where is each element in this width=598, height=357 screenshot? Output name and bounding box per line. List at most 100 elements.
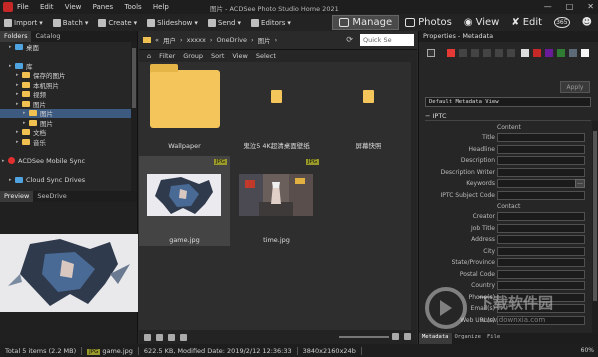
user-button[interactable]: ☻ <box>576 15 598 30</box>
quick-search-input[interactable]: Quick Se <box>360 34 414 46</box>
tab-file[interactable]: File <box>484 333 503 344</box>
field-input[interactable] <box>497 235 585 244</box>
breadcrumb-item[interactable]: 用户 <box>163 35 176 45</box>
rating-3[interactable] <box>483 49 491 57</box>
label-none[interactable] <box>521 49 529 57</box>
color-label-green[interactable] <box>557 49 565 57</box>
file-item-folder[interactable]: 鬼泣5 4K超清桌面壁纸 <box>231 62 322 152</box>
group-menu[interactable]: Group <box>183 52 203 60</box>
properties-scrollbar[interactable] <box>592 121 598 333</box>
metadata-view-select[interactable]: Default Metadata View <box>425 97 591 107</box>
rating-1[interactable] <box>459 49 467 57</box>
batch-button[interactable]: Batch ▾ <box>52 18 88 27</box>
tab-folders[interactable]: Folders <box>0 31 32 42</box>
menu-panes[interactable]: Panes <box>93 3 114 11</box>
365-button[interactable]: 365 <box>548 15 575 30</box>
menu-edit[interactable]: Edit <box>40 3 54 11</box>
editors-button[interactable]: Editors ▾ <box>251 18 291 27</box>
field-input[interactable] <box>497 223 585 233</box>
menu-tools[interactable]: Tools <box>124 3 141 11</box>
refresh-icon[interactable]: ⟳ <box>346 35 353 44</box>
field-input[interactable] <box>497 292 585 302</box>
tree-item[interactable]: ▸ 图片 <box>0 99 137 109</box>
field-input[interactable] <box>497 190 585 200</box>
menu-file[interactable]: File <box>17 3 29 11</box>
send-button[interactable]: Send ▾ <box>207 18 241 27</box>
file-item-wallpaper[interactable]: Wallpaper <box>139 62 230 152</box>
flag-icon[interactable] <box>180 333 187 341</box>
photos-mode-button[interactable]: Photos <box>399 15 458 30</box>
folders-scrollbar[interactable] <box>131 42 137 191</box>
tab-metadata[interactable]: Metadata <box>419 333 452 344</box>
tab-seedrive[interactable]: SeeDrive <box>33 191 70 202</box>
field-input[interactable] <box>497 246 585 256</box>
checkbox[interactable] <box>427 49 435 57</box>
filter-menu[interactable]: Filter <box>159 52 175 60</box>
rotate-left-icon[interactable] <box>144 333 151 341</box>
tree-item[interactable]: ▸ 本机照片 <box>0 80 137 90</box>
breadcrumb-item[interactable]: OneDrive <box>216 36 247 44</box>
import-button[interactable]: Import ▾ <box>4 18 43 27</box>
color-label-red[interactable] <box>447 49 455 57</box>
field-input[interactable] <box>497 315 585 325</box>
layout-icon[interactable] <box>404 333 411 340</box>
field-input[interactable] <box>497 212 585 221</box>
tree-item[interactable]: ▸ 视频 <box>0 90 137 99</box>
home-icon[interactable]: ⌂ <box>147 52 151 60</box>
back-chevron-icon[interactable]: « <box>155 36 159 44</box>
scroll-thumb[interactable] <box>593 131 597 301</box>
view-menu[interactable]: View <box>232 52 247 60</box>
tree-item[interactable]: ▸ 保存的图片 <box>0 71 137 80</box>
manage-mode-button[interactable]: Manage <box>332 15 400 30</box>
breadcrumb-item[interactable]: xxxxx <box>187 36 206 44</box>
tree-item[interactable]: ▸ 图片 <box>0 118 137 128</box>
rating-2[interactable] <box>471 49 479 57</box>
tree-item[interactable]: ▸ Cloud Sync Drives <box>0 175 137 185</box>
menu-help[interactable]: Help <box>153 3 169 11</box>
iptc-section[interactable]: − IPTC <box>425 112 591 121</box>
file-item-folder[interactable]: 屏幕快照 <box>323 62 414 152</box>
select-menu[interactable]: Select <box>256 52 276 60</box>
tree-item[interactable]: ▸ 图片 <box>0 108 137 118</box>
color-label-red[interactable] <box>533 49 541 57</box>
rotate-right-icon[interactable] <box>156 333 163 341</box>
file-item-time[interactable]: JPG time.jpg <box>231 156 322 246</box>
field-input[interactable] <box>497 156 585 165</box>
close-icon[interactable]: ✕ <box>587 2 594 11</box>
file-item-game[interactable]: JPG game.jpg <box>139 156 230 246</box>
minimize-icon[interactable]: — <box>544 2 552 11</box>
tree-item[interactable]: ▸ 桌面 <box>0 42 137 52</box>
color-label-purple[interactable] <box>545 49 553 57</box>
tree-item[interactable]: ▸ ACDSee Mobile Sync <box>0 156 137 166</box>
rating-5[interactable] <box>507 49 515 57</box>
tree-item[interactable] <box>0 166 137 176</box>
color-label-blue[interactable] <box>569 49 577 57</box>
menu-view[interactable]: View <box>65 3 82 11</box>
view-mode-button[interactable]: ◉ View <box>458 15 505 30</box>
rating-4[interactable] <box>495 49 503 57</box>
field-input[interactable] <box>497 167 585 177</box>
field-input[interactable] <box>497 258 585 267</box>
tab-organize[interactable]: Organize <box>452 333 485 344</box>
field-input[interactable] <box>497 281 585 290</box>
scroll-thumb[interactable] <box>132 48 136 108</box>
tree-item[interactable] <box>0 52 137 62</box>
delete-icon[interactable] <box>168 333 175 341</box>
field-input[interactable] <box>497 133 585 142</box>
file-list-scrollbar[interactable] <box>411 62 417 330</box>
apply-button[interactable]: Apply <box>560 81 590 93</box>
slideshow-button[interactable]: Slideshow ▾ <box>147 18 198 27</box>
breadcrumb-item[interactable]: 图片 <box>258 35 271 45</box>
edit-mode-button[interactable]: ✘ Edit <box>505 15 548 30</box>
keywords-button[interactable]: ... <box>575 179 585 188</box>
thumbnail-size-slider[interactable] <box>339 336 389 338</box>
tree-item[interactable]: ▸ 库 <box>0 61 137 71</box>
field-input[interactable] <box>497 269 585 279</box>
maximize-icon[interactable]: □ <box>566 2 574 11</box>
tab-catalog[interactable]: Catalog <box>31 31 64 42</box>
tree-item[interactable]: ▸ 音乐 <box>0 137 137 147</box>
field-input[interactable] <box>497 144 585 154</box>
field-input[interactable] <box>497 179 585 188</box>
color-label-white[interactable] <box>581 49 589 57</box>
view-toggle-icon[interactable] <box>392 333 399 340</box>
